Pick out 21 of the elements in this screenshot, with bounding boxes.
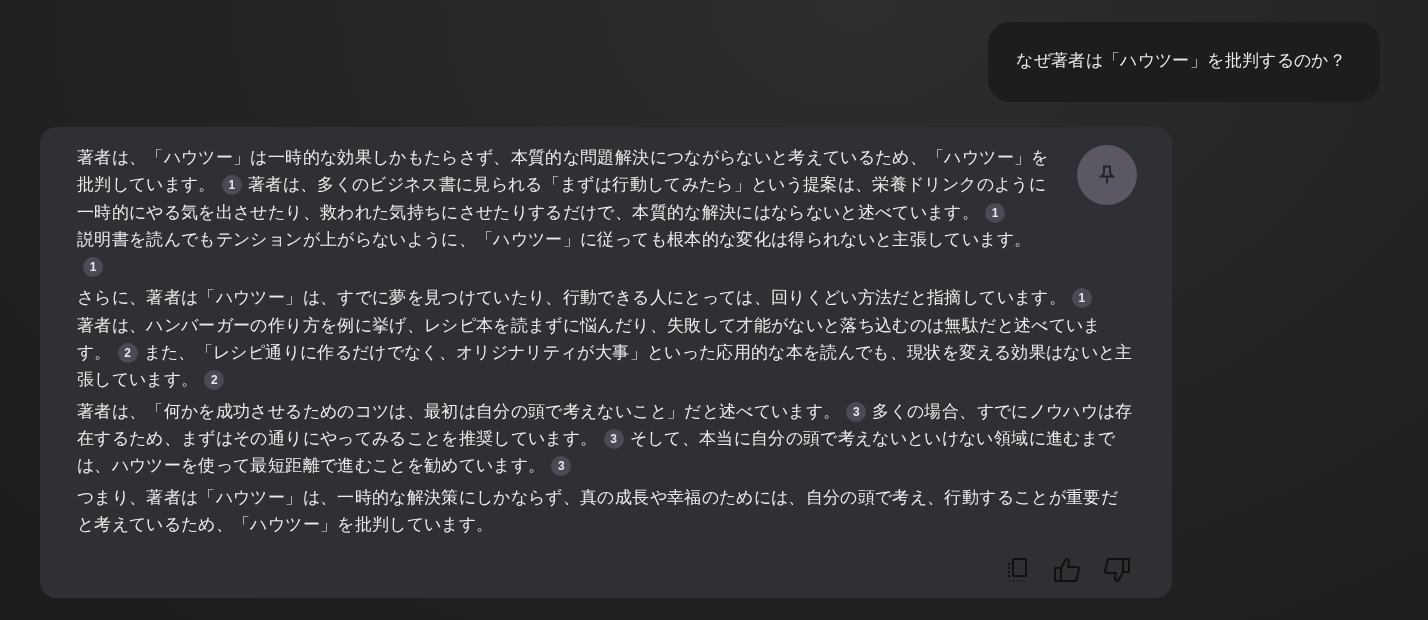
copy-icon [1005, 557, 1029, 584]
answer-paragraph: つまり、著者は「ハウツー」は、一時的な解決策にしかならず、真の成長や幸福のためには、自分の頭で考え、行動することが重要だと考えているため、「ハウツー」を批判しています。 [77, 486, 1119, 536]
citation-badge[interactable]: 1 [221, 175, 242, 196]
citation-badge[interactable]: 3 [846, 401, 867, 422]
user-message: なぜ著者は「ハウツー」を批判するのか？ [988, 22, 1380, 102]
citation-badge[interactable]: 1 [83, 257, 103, 278]
pin-icon [1099, 165, 1115, 185]
citation-badge[interactable]: 3 [551, 456, 572, 477]
citation-badge[interactable]: 2 [117, 343, 138, 364]
thumbs-down-icon [1103, 557, 1131, 584]
citation-badge[interactable]: 3 [603, 428, 624, 449]
citation-badge[interactable]: 2 [204, 370, 225, 391]
pin-button[interactable] [1077, 145, 1137, 205]
citation-badge[interactable]: 1 [985, 202, 1006, 223]
citation-badge[interactable]: 1 [1071, 288, 1092, 309]
answer-paragraph: 著者は、「何かを成功させるためのコツは、最初は自分の頭で考えないこと」だと述べています。 3 多くの場合、すでにノウハウは存在するため、まずはその通りにやってみることを推奨しています。 3 そして、本当に自分の頭で考えないといけない領域に進むまでは、ハウツーを使って最短距離で進むことを勧めています。 3 [77, 400, 1134, 479]
thumbs-down-button[interactable] [1103, 556, 1131, 585]
answer-paragraph: さらに、著者は「ハウツー」は、すでに夢を見つけていたり、行動できる人にとっては、回りくどい方法だと指摘しています。 1 著者は、ハンバーガーの作り方を例に挙げ、レシピ本を読まずに悩んだり、失敗して才能がないと落ち込むのは無駄だと述べています。 2 また、「レシピ通りに作るだけでなく、オリジナリティが大事」といった応用的な本を読んでも、現状を変える効果はないと主張しています。 2 [77, 287, 1134, 393]
answer-paragraph: 著者は、「ハウツー」は一時的な効果しかもたらさず、本質的な問題解決につながらないと考えているため、「ハウツー」を批判しています。 1 著者は、多くのビジネス書に見られる「まずは行動してみたら」という提案は、栄養ドリンクのように一時的にやる気を出させたり、救われた気持ちにさせたりするだけで、本質的な解決にはならないと述べています。 1 説明書を読んでもテンションが上がらないように、「ハウツー」に従っても根本的な変化は得られないと主張しています。 1 [77, 144, 1061, 281]
thumbs-up-button[interactable] [1053, 556, 1081, 585]
thumbs-up-icon [1053, 557, 1081, 584]
